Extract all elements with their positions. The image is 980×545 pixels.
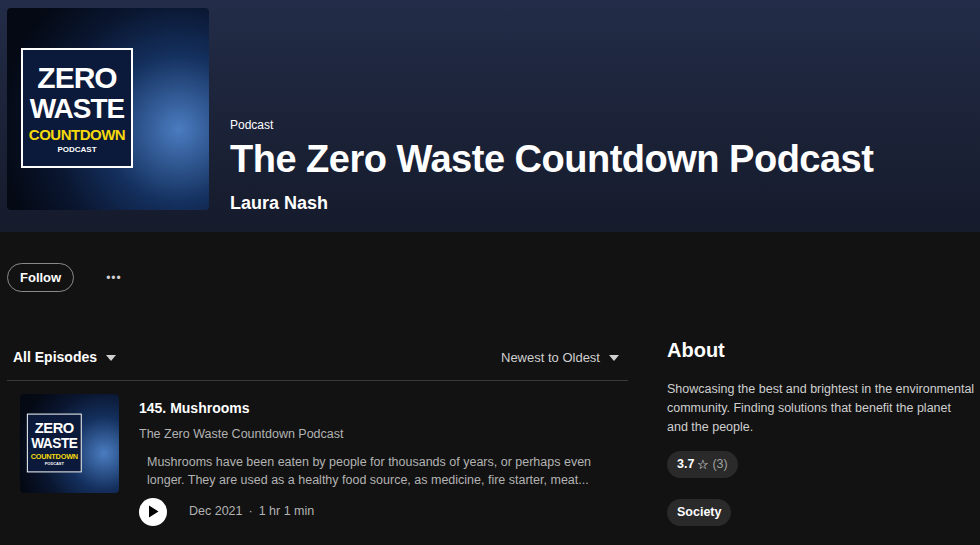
about-section: About Showcasing the best and brightest i… bbox=[667, 335, 975, 526]
episode-thumbnail: ZEROWASTE COUNTDOWN PODCAST bbox=[20, 394, 119, 493]
episode-title[interactable]: 145. Mushrooms bbox=[139, 398, 601, 419]
episode-duration: 1 hr 1 min bbox=[259, 502, 315, 521]
follow-button[interactable]: Follow bbox=[7, 263, 74, 292]
episode-description: Mushrooms have been eaten by people for … bbox=[139, 453, 601, 489]
content-type: Podcast bbox=[230, 116, 873, 134]
cover-logo: ZEROWASTE COUNTDOWN PODCAST bbox=[21, 48, 133, 168]
author-link[interactable]: Laura Nash bbox=[230, 190, 873, 217]
caret-down-icon bbox=[105, 354, 117, 362]
logo-line: PODCAST bbox=[45, 461, 64, 465]
podcast-header: ZEROWASTE COUNTDOWN PODCAST Podcast The Zero… bbox=[0, 0, 980, 232]
rating-pill[interactable]: 3.7☆(3) bbox=[667, 451, 738, 478]
podcast-cover: ZEROWASTE COUNTDOWN PODCAST bbox=[7, 8, 209, 210]
logo-line: WASTE bbox=[31, 436, 77, 450]
action-bar: Follow ••• bbox=[0, 232, 980, 292]
cover-logo: ZEROWASTE COUNTDOWN PODCAST bbox=[27, 414, 82, 473]
episode-date-duration: Dec 2021 · 1 hr 1 min bbox=[189, 502, 314, 521]
logo-line: PODCAST bbox=[57, 146, 96, 154]
episodes-filter: All Episodes Newest to Oldest bbox=[7, 335, 628, 381]
sort-dropdown[interactable]: Newest to Oldest bbox=[501, 348, 620, 368]
separator: · bbox=[249, 502, 253, 521]
about-heading: About bbox=[667, 335, 975, 365]
logo-line: WASTE bbox=[30, 95, 125, 123]
header-info: Podcast The Zero Waste Countdown Podcast L… bbox=[230, 8, 873, 217]
more-button[interactable]: ••• bbox=[106, 269, 122, 287]
play-icon bbox=[147, 505, 159, 518]
main-content: All Episodes Newest to Oldest ZEROWASTE COU… bbox=[0, 335, 980, 526]
episode-cover: ZEROWASTE COUNTDOWN PODCAST bbox=[20, 394, 119, 493]
episode-date: Dec 2021 bbox=[189, 502, 243, 521]
play-button[interactable] bbox=[139, 498, 167, 526]
about-description: Showcasing the best and brightest in the… bbox=[667, 380, 975, 437]
episode-meta: Dec 2021 · 1 hr 1 min bbox=[139, 498, 601, 526]
logo-line: COUNTDOWN bbox=[31, 452, 78, 459]
logo-line: ZERO bbox=[35, 421, 74, 436]
star-icon: ☆ bbox=[697, 455, 709, 475]
rating-value: 3.7 bbox=[677, 455, 694, 474]
logo-line: ZERO bbox=[37, 63, 116, 93]
logo-line: COUNTDOWN bbox=[29, 127, 125, 142]
rating-count: (3) bbox=[712, 455, 727, 474]
sort-label: Newest to Oldest bbox=[501, 348, 600, 368]
episode-row[interactable]: ZEROWASTE COUNTDOWN PODCAST 145. Mushrooms T… bbox=[7, 381, 628, 526]
episode-show: The Zero Waste Countdown Podcast bbox=[139, 425, 601, 444]
episode-info: 145. Mushrooms The Zero Waste Countdown P… bbox=[139, 394, 601, 526]
dropdown-label: All Episodes bbox=[13, 347, 97, 368]
category-tag[interactable]: Society bbox=[667, 499, 731, 526]
caret-down-icon bbox=[608, 354, 620, 362]
episodes-dropdown[interactable]: All Episodes bbox=[13, 347, 117, 368]
episodes-section: All Episodes Newest to Oldest ZEROWASTE COU… bbox=[7, 335, 628, 526]
podcast-title: The Zero Waste Countdown Podcast bbox=[230, 138, 873, 182]
